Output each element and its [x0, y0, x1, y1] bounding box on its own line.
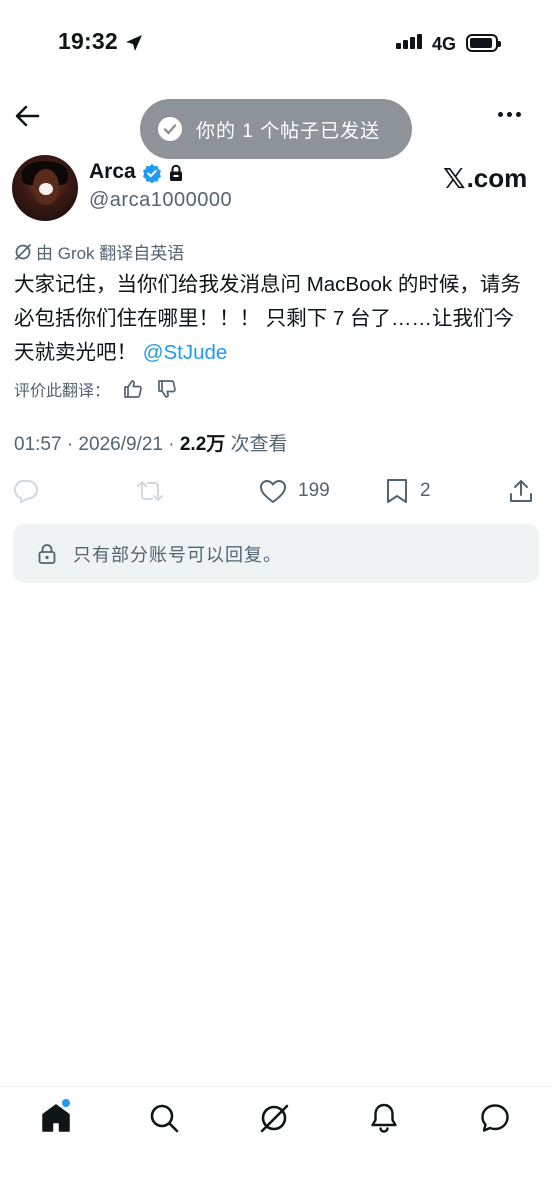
more-horizontal-icon[interactable] [498, 112, 521, 117]
messages-icon[interactable] [479, 1102, 511, 1134]
reply-restriction-text: 只有部分账号可以回复。 [73, 544, 282, 565]
arrow-left-icon[interactable] [14, 103, 40, 129]
lock-icon [38, 543, 56, 564]
notifications-icon[interactable] [368, 1102, 400, 1134]
lock-icon [170, 164, 182, 181]
thumbs-up-icon[interactable] [122, 378, 144, 400]
network-type: 4G [432, 34, 457, 54]
translation-note: 由 Grok 翻译自英语 [14, 239, 184, 264]
x-logo-icon: 𝕏 [443, 162, 466, 195]
sent-toast: 你的 1 个帖子已发送 [140, 99, 412, 159]
grok-icon [15, 243, 31, 260]
share-icon [510, 480, 532, 502]
repost-icon [137, 481, 163, 501]
battery-icon [466, 34, 501, 52]
translation-label: 由 Grok 翻译自英语 [36, 244, 185, 263]
tweet-meta: 01:57 · 2026/9/21 · 2.2万 次查看 [14, 429, 288, 456]
bookmark-button[interactable]: 2 [384, 477, 431, 505]
search-icon[interactable] [148, 1102, 180, 1134]
tweet-text: 大家记住，当你们给我发消息问 MacBook 的时候，请务必包括你们住在哪里！！… [14, 268, 534, 370]
views-label: 次查看 [225, 434, 288, 455]
reply-restriction-notice: 只有部分账号可以回复。 [13, 524, 539, 583]
reply-icon [14, 480, 38, 503]
view-count: 2.2万 [179, 434, 226, 455]
thumbs-down-icon[interactable] [156, 378, 178, 400]
home-unread-dot [62, 1099, 70, 1107]
toast-text: 你的 1 个帖子已发送 [196, 120, 381, 142]
reply-button[interactable] [12, 477, 40, 505]
author-handle[interactable]: @arca1000000 [89, 189, 232, 212]
mention-link[interactable]: @StJude [143, 341, 228, 364]
heart-icon [260, 480, 286, 503]
tweet-timestamp[interactable]: 01:57 · 2026/9/21 · [14, 434, 180, 455]
status-time: 19:32 [58, 28, 118, 54]
tweet-body: 大家记住，当你们给我发消息问 MacBook 的时候，请务必包括你们住在哪里！！… [14, 273, 521, 364]
repost-button[interactable] [135, 477, 165, 505]
like-count: 199 [298, 480, 330, 501]
signal-icon [396, 34, 422, 49]
bookmark-count: 2 [420, 480, 431, 501]
affiliate-badge[interactable]: 𝕏 .com [443, 162, 527, 195]
grok-icon[interactable] [258, 1102, 290, 1134]
rate-translation: 评价此翻译： [14, 377, 178, 401]
author-name[interactable]: Arca [89, 160, 136, 184]
bookmark-icon [387, 479, 407, 503]
share-button[interactable] [507, 477, 535, 505]
like-button[interactable]: 199 [258, 477, 330, 505]
check-circle-icon [158, 117, 182, 141]
rate-label: 评价此翻译： [14, 383, 111, 400]
avatar[interactable] [12, 155, 78, 221]
verified-badge-icon [143, 164, 161, 183]
location-arrow-icon [126, 35, 142, 51]
